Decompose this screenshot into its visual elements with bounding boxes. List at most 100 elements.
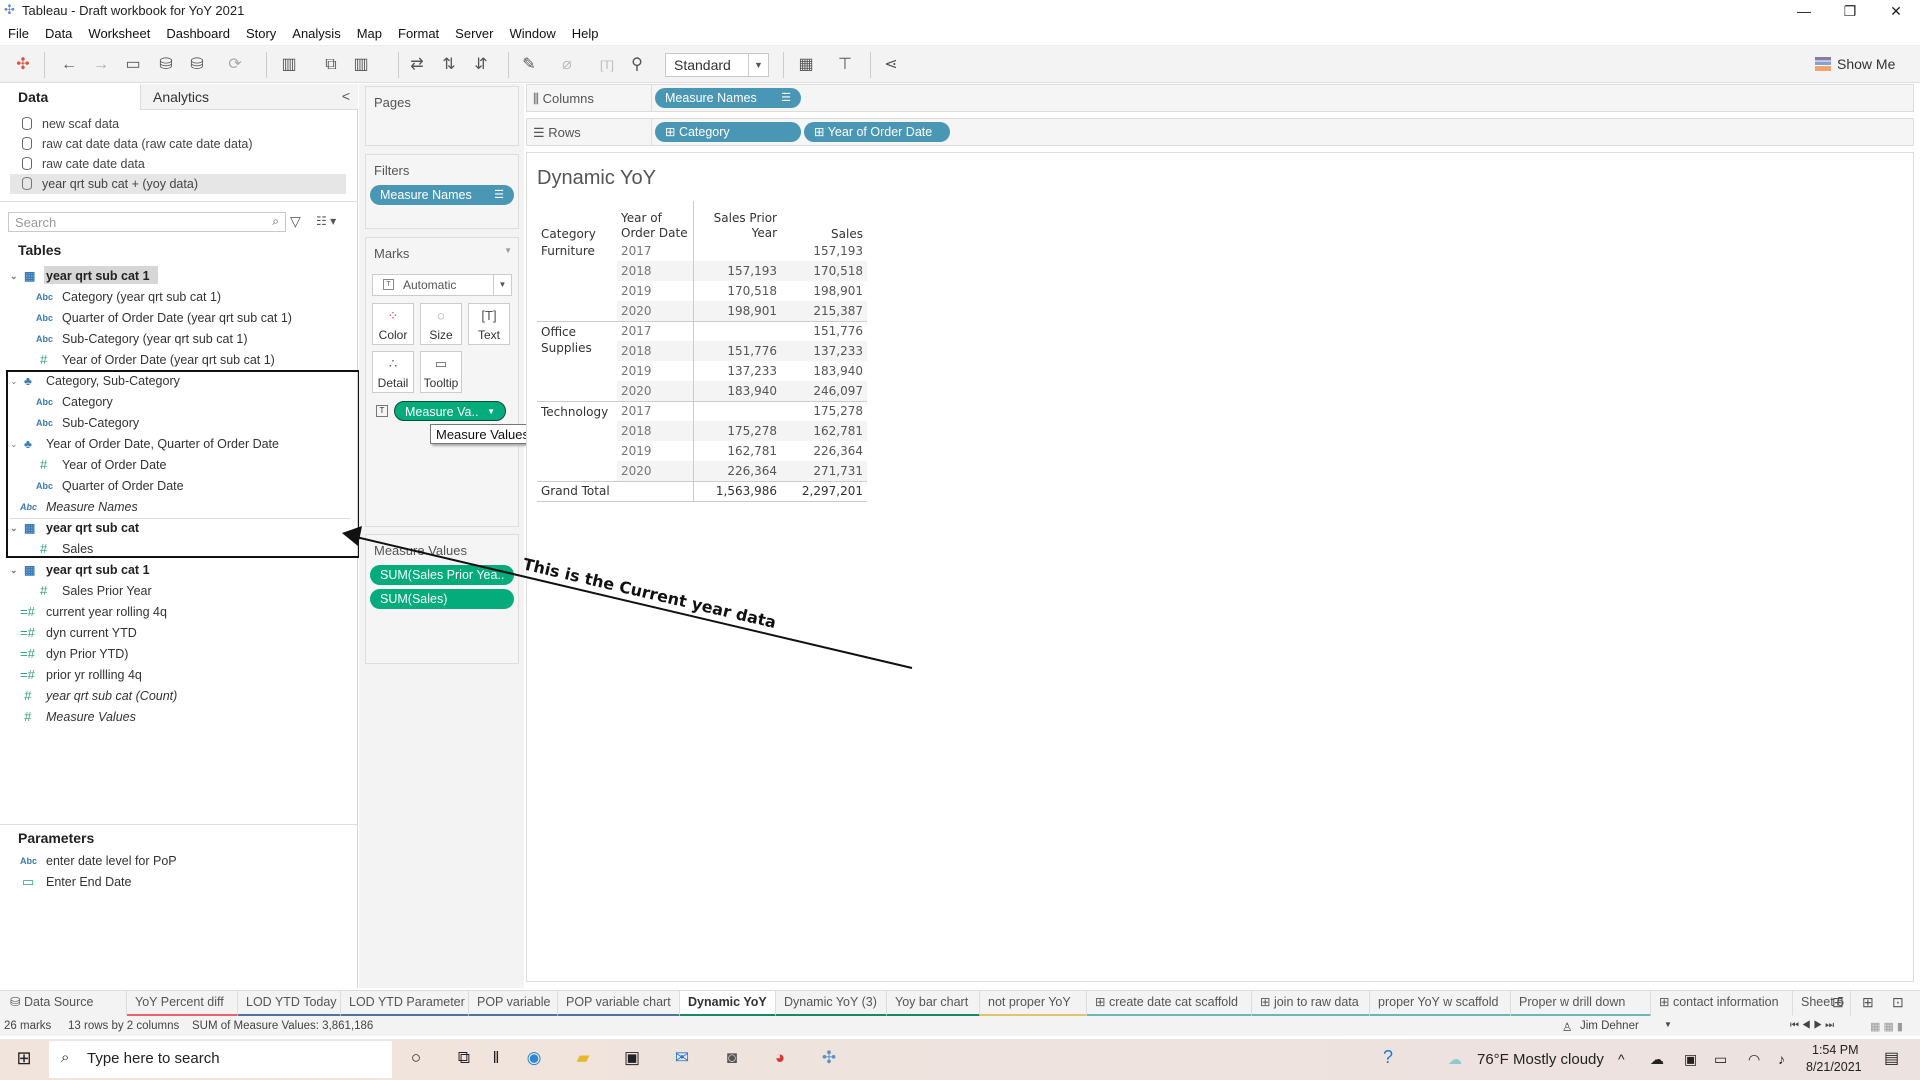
sales-prior-year-cell[interactable]: 175,278 (692, 421, 781, 441)
notifications-icon[interactable]: ▤ (1884, 1048, 1899, 1068)
datasource-item[interactable]: raw cate date data (22, 154, 145, 174)
sales-prior-year-cell[interactable] (692, 241, 781, 261)
category-cell[interactable]: Furniture (537, 241, 617, 321)
sales-prior-year-cell[interactable] (692, 320, 781, 341)
sort-ascending-icon[interactable]: ⇅ (438, 54, 460, 76)
sales-cell[interactable]: 198,901 (781, 281, 867, 301)
sales-cell[interactable]: 137,233 (781, 341, 867, 361)
sales-cell[interactable]: 226,364 (781, 441, 867, 461)
filter-icon[interactable]: ▽ (290, 213, 301, 230)
mail-icon[interactable]: ✉ (668, 1048, 696, 1068)
filter-pill-measure-names[interactable]: Measure Names ☰ (370, 185, 514, 205)
sales-cell[interactable]: 246,097 (781, 381, 867, 401)
sales-prior-year-cell[interactable]: 151,776 (692, 341, 781, 361)
wifi-icon[interactable]: ◠ (1748, 1051, 1760, 1068)
duplicate-icon[interactable]: ⧉ (320, 54, 342, 76)
text-pill-measure-values[interactable]: Measure Va.. ▼ (394, 401, 506, 421)
sales-prior-year-cell[interactable]: 198,901 (692, 301, 781, 321)
field-item[interactable]: # Measure Values (24, 707, 136, 727)
chevron-down-icon[interactable]: ▼ (504, 246, 512, 255)
chevron-down-icon[interactable]: ⌄ (10, 266, 18, 286)
year-cell[interactable]: 2020 (617, 461, 693, 481)
restore-button[interactable]: ❐ (1827, 0, 1873, 22)
sales-cell[interactable]: 215,387 (781, 301, 867, 321)
color-button[interactable]: ⁘ Color (372, 303, 414, 345)
sheet-tab[interactable]: POP variable (469, 991, 558, 1017)
datasource-item-selected[interactable]: year qrt sub cat + (yoy data) (10, 174, 346, 194)
swap-icon[interactable]: ⇄ (406, 54, 428, 76)
year-cell[interactable]: 2017 (617, 241, 693, 261)
sales-prior-year-cell[interactable]: 162,781 (692, 441, 781, 461)
sales-prior-year-cell[interactable] (692, 400, 781, 421)
sales-prior-year-cell[interactable]: 137,233 (692, 361, 781, 381)
field-item[interactable]: Abc Sub-Category (year qrt sub cat 1) (36, 329, 248, 349)
parameter-item[interactable]: Abc enter date level for PoP (20, 851, 177, 871)
year-cell[interactable]: 2018 (617, 341, 693, 361)
field-item[interactable]: =# current year rolling 4q (20, 602, 167, 622)
datasource-item[interactable]: raw cat date data (raw cate date data) (22, 134, 253, 154)
tooltip-button[interactable]: ▭ Tooltip (420, 351, 462, 393)
columns-shelf[interactable]: ⫼ Columns Measure Names ☰ (526, 84, 1914, 112)
sheet-tab[interactable]: Proper w drill down (1511, 991, 1651, 1017)
redo-icon[interactable]: → (90, 54, 112, 76)
sales-prior-year-cell[interactable]: 226,364 (692, 461, 781, 481)
user-menu[interactable]: Jim Dehner (1580, 1020, 1639, 1032)
store-icon[interactable]: ▣ (618, 1048, 646, 1068)
sheet-tab[interactable]: POP variable chart (558, 991, 680, 1017)
sheet-tab[interactable]: ⊞ join to raw data (1252, 991, 1370, 1017)
text-button[interactable]: [T] Text (468, 303, 510, 345)
grand-total-prior[interactable]: 1,563,986 (692, 480, 781, 501)
new-worksheet-tab-icon[interactable]: ⊞ (1832, 994, 1844, 1011)
measure-value-pill[interactable]: SUM(Sales) (370, 589, 514, 609)
chevron-down-icon[interactable]: ▼ (1664, 1020, 1672, 1029)
sheet-tab[interactable]: YoY Percent diff (127, 991, 238, 1017)
parameter-item[interactable]: ▭ Enter End Date (22, 872, 131, 892)
year-cell[interactable]: 2018 (617, 421, 693, 441)
category-cell[interactable]: Technology (537, 400, 617, 481)
cortana-icon[interactable]: ○ (402, 1048, 430, 1068)
grand-total-sales[interactable]: 2,297,201 (781, 480, 867, 501)
tableau-taskbar-icon[interactable]: ✣ (815, 1048, 843, 1068)
presentation-icon[interactable]: ⊤ (834, 54, 856, 76)
measure-value-pill[interactable]: SUM(Sales Prior Yea.. (370, 565, 514, 585)
columns-pill-measure-names[interactable]: Measure Names ☰ (655, 88, 801, 108)
field-item[interactable]: Abc Quarter of Order Date (year qrt sub c… (36, 308, 292, 328)
volume-icon[interactable]: ♪ (1778, 1051, 1785, 1067)
pages-card[interactable]: Pages (365, 86, 519, 146)
year-cell[interactable]: 2020 (617, 381, 693, 401)
rows-pill-year[interactable]: ⊞ Year of Order Date (804, 122, 950, 142)
year-cell[interactable]: 2020 (617, 301, 693, 321)
rows-shelf[interactable]: ☰ Rows ⊞ Category ⊞ Year of Order Date (526, 118, 1914, 146)
sheet-tab-active[interactable]: Dynamic YoY (680, 991, 776, 1017)
taskbar-search[interactable]: ⌕ Type here to search (49, 1041, 392, 1078)
highlight-icon[interactable]: ✎ (518, 54, 540, 76)
sales-cell[interactable]: 170,518 (781, 261, 867, 281)
menu-story[interactable]: Story (238, 23, 284, 41)
menu-file[interactable]: File (0, 23, 37, 41)
tableau-logo-icon[interactable]: ✣ (12, 54, 34, 76)
field-item[interactable]: =# dyn Prior YTD) (20, 644, 128, 664)
help-alert-icon[interactable]: ? (1383, 1047, 1393, 1068)
weather-text[interactable]: 76°F Mostly cloudy (1477, 1051, 1604, 1068)
undo-icon[interactable]: ← (58, 54, 80, 76)
menu-format[interactable]: Format (390, 23, 447, 41)
windows-start-icon[interactable]: ⊞ (10, 1048, 38, 1069)
sheet-tab[interactable]: Yoy bar chart (887, 991, 980, 1017)
new-dashboard-tab-icon[interactable]: ⊞ (1862, 994, 1874, 1011)
field-item[interactable]: =# dyn current YTD (20, 623, 137, 643)
new-datasource-icon[interactable]: ⛁ (155, 54, 177, 76)
view-list-icon[interactable]: ☷ ▾ (316, 214, 336, 228)
clear-icon[interactable]: ▥ (350, 54, 372, 76)
sheet-tab[interactable]: not proper YoY (980, 991, 1087, 1017)
sheet-tab[interactable]: proper YoY w scaffold (1370, 991, 1511, 1017)
pin-icon[interactable]: ⚲ (626, 54, 648, 76)
menu-window[interactable]: Window (501, 23, 563, 41)
sheet-tab[interactable]: LOD YTD Parameter (341, 991, 469, 1017)
sort-descending-icon[interactable]: ⇵ (470, 54, 492, 76)
size-button[interactable]: ◌ Size (420, 303, 462, 345)
show-cards-icon[interactable]: ▦ (795, 54, 817, 76)
sales-cell[interactable]: 183,940 (781, 361, 867, 381)
new-story-tab-icon[interactable]: ⊡ (1892, 994, 1904, 1011)
field-search-input[interactable]: Search ⌕ (8, 212, 286, 232)
file-explorer-icon[interactable]: ▰ (569, 1048, 597, 1068)
